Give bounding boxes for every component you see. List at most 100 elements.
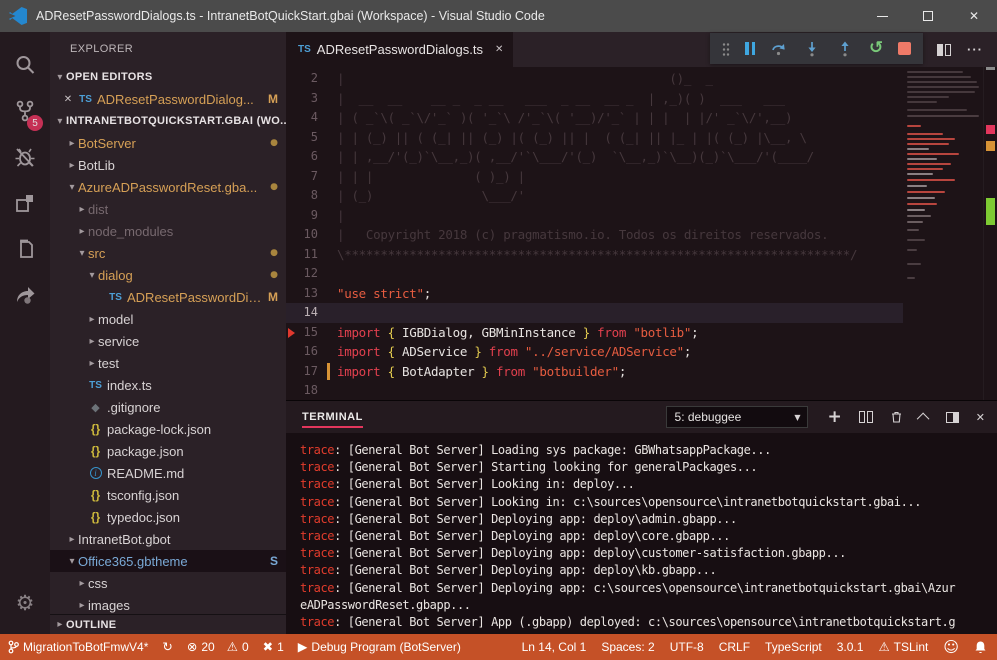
code-text: | bbox=[334, 206, 344, 226]
fixes-status[interactable]: ✖ 1 bbox=[263, 640, 284, 654]
feedback-smiley-button[interactable]: ☺ bbox=[943, 638, 959, 656]
status-item-ln-14-col-1[interactable]: Ln 14, Col 1 bbox=[522, 640, 587, 654]
notifications-button[interactable] bbox=[974, 640, 987, 654]
code-line[interactable]: 4| ( _`\( _`\/'_` )( '_`\ /'_`\( '__)/'_… bbox=[286, 108, 997, 128]
activity-files-button[interactable] bbox=[0, 228, 50, 274]
code-line[interactable]: 14 bbox=[286, 303, 997, 323]
tree-item[interactable]: iREADME.md bbox=[50, 462, 286, 484]
status-item-spaces-2[interactable]: Spaces: 2 bbox=[601, 640, 654, 654]
code-line[interactable]: 5| | (_) || ( (_| || (_) |( (_) || | ( (… bbox=[286, 128, 997, 148]
code-line[interactable]: 16import { ADService } from "../service/… bbox=[286, 342, 997, 362]
tree-item[interactable]: ▸IntranetBot.gbot bbox=[50, 528, 286, 550]
code-editor[interactable]: 2| ()_ _3| __ __ __ _ _ __ ___ _ __ __ _… bbox=[286, 67, 997, 400]
terminal-line: trace: [General Bot Server] Deploying ap… bbox=[300, 511, 997, 528]
problems-status[interactable]: ⊗ 20 ⚠ 0 bbox=[187, 640, 249, 654]
activity-search-button[interactable] bbox=[0, 44, 50, 90]
status-item-tslint[interactable]: ⚠TSLint bbox=[878, 640, 928, 654]
more-actions-icon[interactable]: ··· bbox=[967, 42, 983, 57]
settings-button[interactable]: ⚙ bbox=[0, 580, 50, 626]
sync-button[interactable]: ↻ bbox=[162, 641, 172, 654]
open-editor-item[interactable]: ✕TSADResetPasswordDialog...M bbox=[50, 88, 286, 110]
tree-item[interactable]: ▸service bbox=[50, 330, 286, 352]
code-line[interactable]: 7| | | ( )_) | bbox=[286, 167, 997, 187]
split-terminal-icon[interactable] bbox=[859, 411, 873, 423]
step-over-button[interactable] bbox=[770, 40, 788, 58]
outline-header[interactable]: ▸ OUTLINE bbox=[50, 614, 286, 634]
search-icon bbox=[13, 53, 37, 82]
code-line[interactable]: 8| (_) \___/' bbox=[286, 186, 997, 206]
tree-item[interactable]: ▸BotServer● bbox=[50, 132, 286, 154]
code-line[interactable]: 11\*************************************… bbox=[286, 245, 997, 265]
step-out-button[interactable] bbox=[836, 40, 854, 58]
status-item-crlf[interactable]: CRLF bbox=[719, 640, 750, 654]
code-line[interactable]: 13"use strict"; bbox=[286, 284, 997, 304]
status-item-3-0-1[interactable]: 3.0.1 bbox=[837, 640, 864, 654]
kill-terminal-icon[interactable] bbox=[890, 410, 903, 424]
maximize-panel-icon[interactable] bbox=[917, 412, 930, 425]
tree-item[interactable]: {}package.json bbox=[50, 440, 286, 462]
git-branch-status[interactable]: MigrationToBotFmwV4* bbox=[8, 640, 148, 654]
tree-item[interactable]: ▸model bbox=[50, 308, 286, 330]
stop-button[interactable] bbox=[898, 42, 911, 55]
tab-close-icon[interactable]: ✕ bbox=[495, 44, 503, 55]
activity-extensions-button[interactable] bbox=[0, 182, 50, 228]
drag-handle-icon[interactable] bbox=[722, 42, 730, 56]
status-item-utf-8[interactable]: UTF-8 bbox=[670, 640, 704, 654]
new-terminal-button[interactable]: + bbox=[828, 409, 842, 426]
tree-item[interactable]: ▸BotLib bbox=[50, 154, 286, 176]
pause-button[interactable] bbox=[745, 42, 755, 55]
restart-button[interactable]: ↺ bbox=[869, 40, 883, 57]
tree-item-label: model bbox=[98, 312, 133, 327]
debug-status[interactable]: ▶ Debug Program (BotServer) bbox=[298, 640, 461, 654]
step-into-button[interactable] bbox=[803, 40, 821, 58]
tree-item[interactable]: ▸test bbox=[50, 352, 286, 374]
minimap[interactable] bbox=[903, 67, 983, 400]
tree-item[interactable]: {}tsconfig.json bbox=[50, 484, 286, 506]
maximize-button[interactable] bbox=[905, 0, 951, 32]
tab-terminal[interactable]: TERMINAL bbox=[302, 401, 363, 433]
status-item-typescript[interactable]: TypeScript bbox=[765, 640, 822, 654]
tree-item[interactable]: ▸images bbox=[50, 594, 286, 616]
tree-item[interactable]: TSADResetPasswordDial...M bbox=[50, 286, 286, 308]
code-line[interactable]: 2| ()_ _ bbox=[286, 69, 997, 89]
terminal-line: trace: [General Bot Server] Deploying ap… bbox=[300, 580, 997, 597]
tree-item[interactable]: ▸dist bbox=[50, 198, 286, 220]
code-line[interactable]: 18 bbox=[286, 381, 997, 400]
chevron-right-icon: ▸ bbox=[86, 358, 98, 369]
close-editor-icon[interactable]: ✕ bbox=[60, 94, 76, 105]
open-editors-header[interactable]: ▾ OPEN EDITORS bbox=[50, 66, 286, 88]
activity-source-control-button[interactable]: 5 bbox=[0, 90, 50, 136]
minimize-button[interactable] bbox=[859, 0, 905, 32]
chevron-right-icon: ▸ bbox=[76, 226, 88, 237]
split-editor-icon[interactable] bbox=[937, 44, 951, 56]
code-line[interactable]: 6| | ,__/'(_)`\__,_)( ,__/'`\___/'(_) `\… bbox=[286, 147, 997, 167]
tab-active-file[interactable]: TS ADResetPasswordDialogs.ts ✕ bbox=[286, 32, 513, 67]
code-line[interactable]: 12 bbox=[286, 264, 997, 284]
code-line[interactable]: 10| Copyright 2018 (c) pragmatismo.io. T… bbox=[286, 225, 997, 245]
tree-item[interactable]: ▸css bbox=[50, 572, 286, 594]
tree-item[interactable]: ▾Office365.gbthemeS bbox=[50, 550, 286, 572]
toggle-panel-icon[interactable] bbox=[946, 412, 959, 423]
tree-item[interactable]: ▸node_modules bbox=[50, 220, 286, 242]
code-line[interactable]: 9| bbox=[286, 206, 997, 226]
terminal-output[interactable]: trace: [General Bot Server] Loading sys … bbox=[286, 433, 997, 634]
tree-item[interactable]: {}typedoc.json bbox=[50, 506, 286, 528]
tree-item[interactable]: ▾src● bbox=[50, 242, 286, 264]
terminal-select[interactable]: 5: debuggee ▼ bbox=[666, 406, 808, 428]
tree-item[interactable]: TSindex.ts bbox=[50, 374, 286, 396]
tree-item[interactable]: ▾AzureADPasswordReset.gba...● bbox=[50, 176, 286, 198]
tree-item[interactable]: {}package-lock.json bbox=[50, 418, 286, 440]
tree-item[interactable]: ◆.gitignore bbox=[50, 396, 286, 418]
activity-debug-button[interactable] bbox=[0, 136, 50, 182]
workspace-header[interactable]: ▾ INTRANETBOTQUICKSTART.GBAI (WO... bbox=[50, 110, 286, 132]
code-text: import { BotAdapter } from "botbuilder"; bbox=[334, 362, 626, 382]
modified-dot-icon: ● bbox=[270, 182, 278, 192]
close-panel-icon[interactable]: ✕ bbox=[976, 411, 985, 424]
code-line[interactable]: 3| __ __ __ _ _ __ ___ _ __ __ _ | ,_)( … bbox=[286, 89, 997, 109]
code-line[interactable]: 15import { IGBDialog, GBMinInstance } fr… bbox=[286, 323, 997, 343]
close-button[interactable]: ✕ bbox=[951, 0, 997, 32]
tree-item[interactable]: ▾dialog● bbox=[50, 264, 286, 286]
code-line[interactable]: 17import { BotAdapter } from "botbuilder… bbox=[286, 362, 997, 382]
scm-badge: 5 bbox=[27, 115, 43, 131]
activity-share-button[interactable] bbox=[0, 274, 50, 320]
